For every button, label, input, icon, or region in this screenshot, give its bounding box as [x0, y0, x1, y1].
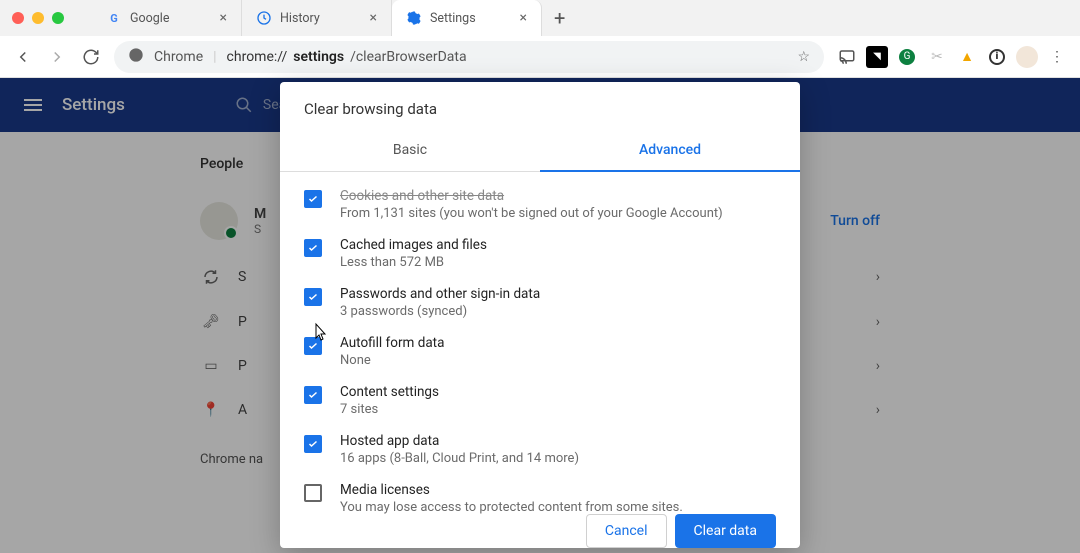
checkbox-media[interactable] — [304, 484, 322, 502]
clear-data-button[interactable]: Clear data — [675, 514, 776, 548]
gear-icon — [406, 10, 422, 26]
option-cache: Cached images and files Less than 572 MB — [304, 229, 776, 278]
checkbox-cookies[interactable] — [304, 190, 322, 208]
option-label: Autofill form data — [340, 335, 444, 351]
address-bar-row: Chrome | chrome://settings/clearBrowserD… — [0, 36, 1080, 78]
site-label: Chrome — [154, 49, 203, 65]
option-text: Content settings 7 sites — [340, 384, 439, 417]
option-label: Cached images and files — [340, 237, 487, 253]
checkbox-autofill[interactable] — [304, 337, 322, 355]
extension-icon[interactable]: ◥ — [866, 46, 888, 68]
option-text: Hosted app data 16 apps (8-Ball, Cloud Pr… — [340, 433, 579, 466]
traffic-lights — [12, 12, 64, 24]
option-hosted: Hosted app data 16 apps (8-Ball, Cloud Pr… — [304, 425, 776, 474]
checkbox-hosted[interactable] — [304, 435, 322, 453]
option-subtext: 16 apps (8-Ball, Cloud Print, and 14 mor… — [340, 451, 579, 466]
checkbox-cache[interactable] — [304, 239, 322, 257]
option-cookies: Cookies and other site data From 1,131 si… — [304, 180, 776, 229]
back-button[interactable] — [12, 46, 34, 68]
options-list: Cookies and other site data From 1,131 si… — [280, 172, 800, 502]
window-title-bar: G Google × History × Settings × + — [0, 0, 1080, 36]
option-label: Media licenses — [340, 482, 683, 498]
tab-advanced[interactable]: Advanced — [540, 132, 800, 172]
option-label: Cookies and other site data — [340, 188, 723, 204]
checkbox-content[interactable] — [304, 386, 322, 404]
option-text: Media licenses You may lose access to pro… — [340, 482, 683, 515]
option-passwords: Passwords and other sign-in data 3 passwo… — [304, 278, 776, 327]
option-label: Hosted app data — [340, 433, 579, 449]
option-text: Cookies and other site data From 1,131 si… — [340, 188, 723, 221]
option-subtext: None — [340, 353, 444, 368]
history-icon — [256, 10, 272, 26]
window-close-button[interactable] — [12, 12, 24, 24]
tab-label: Google — [130, 11, 169, 26]
dialog-title: Clear browsing data — [280, 82, 800, 132]
dialog-tabs: Basic Advanced — [280, 132, 800, 172]
tab-label: Settings — [430, 11, 476, 26]
extension-icon[interactable]: i — [986, 46, 1008, 68]
extension-icon[interactable]: ▲ — [956, 46, 978, 68]
cancel-button[interactable]: Cancel — [586, 514, 667, 548]
tab-label: History — [280, 11, 320, 26]
option-subtext: Less than 572 MB — [340, 255, 487, 270]
option-text: Passwords and other sign-in data 3 passwo… — [340, 286, 540, 319]
clear-browsing-data-dialog: Clear browsing data Basic Advanced Cooki… — [280, 82, 800, 548]
reload-button[interactable] — [80, 46, 102, 68]
extension-icons: ◥ G ✂ ▲ i ⋮ — [836, 46, 1068, 68]
tab-google[interactable]: G Google × — [92, 0, 242, 36]
bookmark-star-icon[interactable]: ☆ — [797, 49, 810, 65]
option-text: Cached images and files Less than 572 MB — [340, 237, 487, 270]
google-favicon: G — [106, 10, 122, 26]
extension-icon[interactable]: G — [896, 46, 918, 68]
tab-history[interactable]: History × — [242, 0, 392, 36]
option-subtext: 3 passwords (synced) — [340, 304, 540, 319]
option-autofill: Autofill form data None — [304, 327, 776, 376]
profile-avatar[interactable] — [1016, 46, 1038, 68]
option-label: Passwords and other sign-in data — [340, 286, 540, 302]
tab-settings[interactable]: Settings × — [392, 0, 542, 36]
new-tab-button[interactable]: + — [542, 6, 577, 30]
option-text: Autofill form data None — [340, 335, 444, 368]
forward-button[interactable] — [46, 46, 68, 68]
option-content: Content settings 7 sites — [304, 376, 776, 425]
tab-basic[interactable]: Basic — [280, 132, 540, 172]
window-minimize-button[interactable] — [32, 12, 44, 24]
site-info-icon[interactable] — [128, 47, 144, 67]
close-tab-icon[interactable]: × — [220, 10, 227, 26]
omnibox[interactable]: Chrome | chrome://settings/clearBrowserD… — [114, 41, 824, 73]
chrome-menu-icon[interactable]: ⋮ — [1046, 46, 1068, 68]
option-subtext: You may lose access to protected content… — [340, 500, 683, 515]
window-maximize-button[interactable] — [52, 12, 64, 24]
checkbox-passwords[interactable] — [304, 288, 322, 306]
option-subtext: From 1,131 sites (you won't be signed ou… — [340, 206, 723, 221]
url-text: chrome://settings/clearBrowserData — [227, 49, 788, 65]
option-label: Content settings — [340, 384, 439, 400]
close-tab-icon[interactable]: × — [520, 10, 527, 26]
cast-icon[interactable] — [836, 46, 858, 68]
browser-tabs: G Google × History × Settings × + — [92, 0, 1068, 36]
extension-icon[interactable]: ✂ — [926, 46, 948, 68]
close-tab-icon[interactable]: × — [370, 10, 377, 26]
option-subtext: 7 sites — [340, 402, 439, 417]
